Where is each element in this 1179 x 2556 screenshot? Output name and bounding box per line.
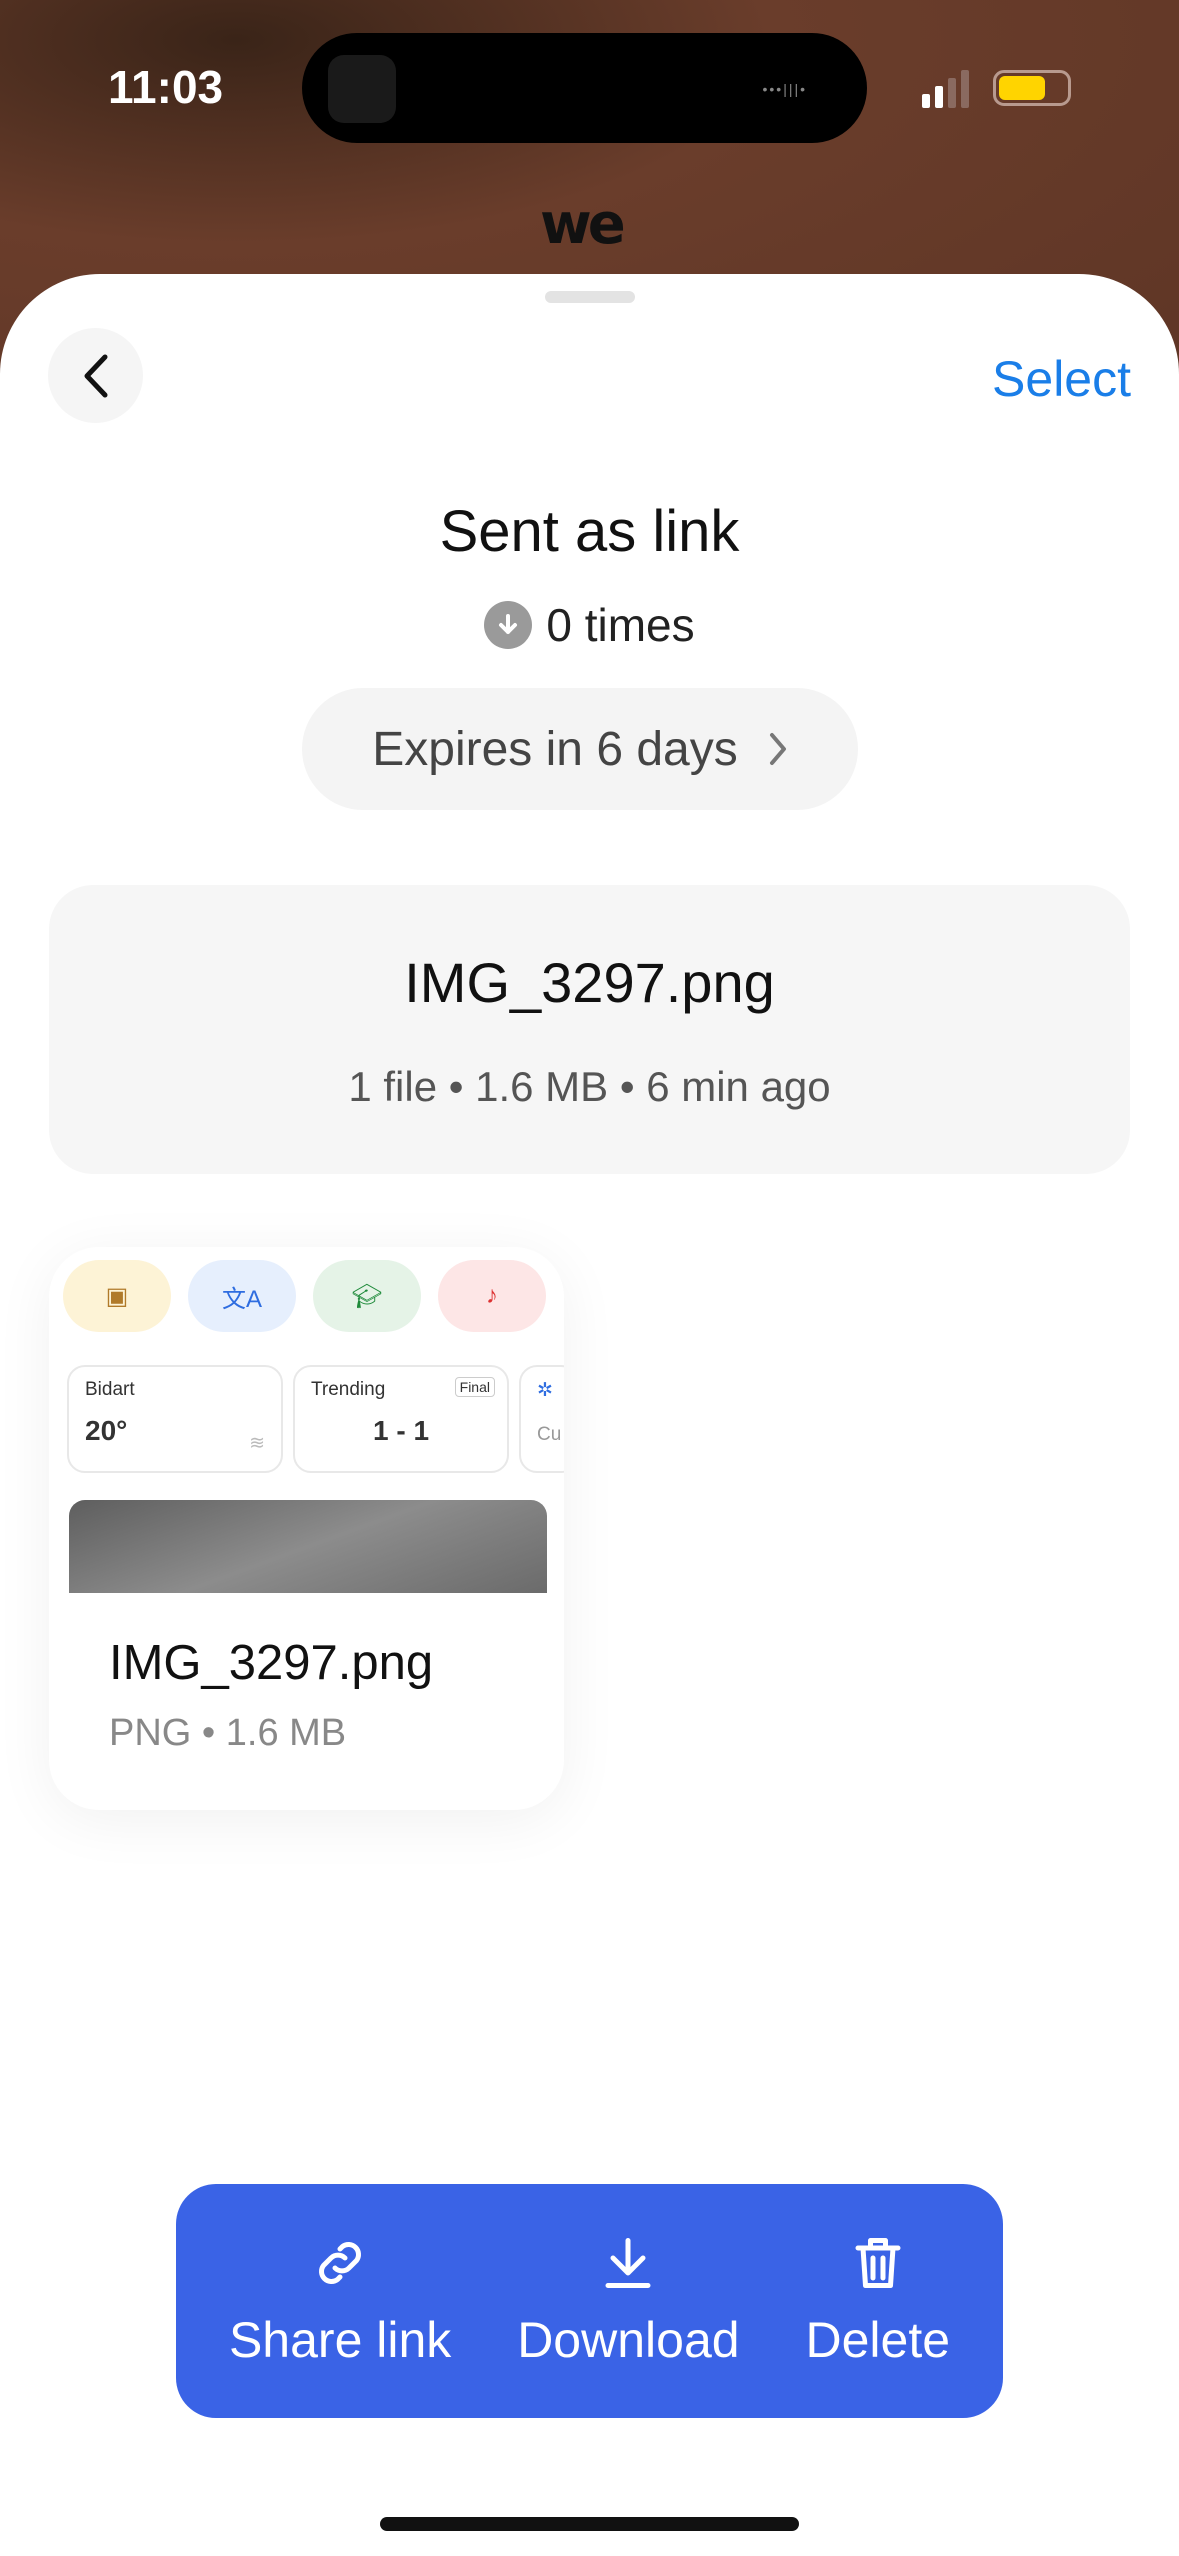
action-bar: Share link Download Delete bbox=[176, 2184, 1003, 2418]
status-time: 11:03 bbox=[108, 61, 224, 113]
music-note-icon: ♪ bbox=[438, 1260, 546, 1332]
image-search-icon: ▣ bbox=[63, 1260, 171, 1332]
download-count: 0 times bbox=[0, 598, 1179, 652]
trash-icon bbox=[855, 2238, 901, 2288]
download-icon bbox=[605, 2238, 651, 2288]
download-circle-icon bbox=[484, 601, 533, 649]
weather-widget: Bidart 20° ≋ bbox=[67, 1365, 283, 1473]
audio-wave-icon: •••|||• bbox=[762, 81, 807, 97]
transfer-summary-card: IMG_3297.png 1 file • 1.6 MB • 6 min ago bbox=[49, 885, 1130, 1174]
delete-button[interactable]: Delete bbox=[805, 2233, 950, 2369]
chevron-left-icon bbox=[84, 354, 107, 397]
battery-icon bbox=[993, 70, 1071, 106]
photo-preview bbox=[69, 1500, 547, 1593]
score-widget: Trending Final 1 - 1 bbox=[293, 1365, 509, 1473]
sheet-drag-handle[interactable] bbox=[545, 291, 635, 303]
signal-icon bbox=[922, 70, 969, 108]
select-button[interactable]: Select bbox=[992, 350, 1131, 408]
chevron-right-icon bbox=[769, 733, 786, 765]
transfer-file-name: IMG_3297.png bbox=[404, 951, 775, 1014]
file-meta: PNG • 1.6 MB bbox=[109, 1712, 347, 1754]
wind-icon: ≋ bbox=[249, 1433, 265, 1454]
page-title: Sent as link bbox=[439, 499, 740, 564]
file-item[interactable]: ▣ 文A 🎓︎ ♪ Bidart 20° ≋ Trending Final 1 … bbox=[49, 1247, 564, 1810]
graduation-cap-icon: 🎓︎ bbox=[313, 1260, 421, 1332]
back-button[interactable] bbox=[48, 328, 143, 423]
download-button[interactable]: Download bbox=[517, 2233, 740, 2369]
settings-icon: ✲ bbox=[537, 1380, 553, 1401]
expiry-text: Expires in 6 days bbox=[372, 722, 738, 776]
partial-widget: ✲ Cu bbox=[519, 1365, 564, 1473]
link-icon bbox=[319, 2242, 362, 2284]
download-count-text: 0 times bbox=[546, 599, 695, 651]
expiry-button[interactable]: Expires in 6 days bbox=[302, 688, 858, 810]
wetransfer-logo: we bbox=[540, 192, 626, 257]
share-link-button[interactable]: Share link bbox=[229, 2233, 451, 2369]
dynamic-island: •••|||• bbox=[302, 33, 867, 143]
file-name: IMG_3297.png bbox=[109, 1636, 434, 1690]
file-preview-image: ▣ 文A 🎓︎ ♪ Bidart 20° ≋ Trending Final 1 … bbox=[49, 1247, 564, 1593]
translate-icon: 文A bbox=[188, 1260, 296, 1332]
transfer-meta: 1 file • 1.6 MB • 6 min ago bbox=[348, 1063, 831, 1110]
home-indicator[interactable] bbox=[380, 2517, 799, 2531]
